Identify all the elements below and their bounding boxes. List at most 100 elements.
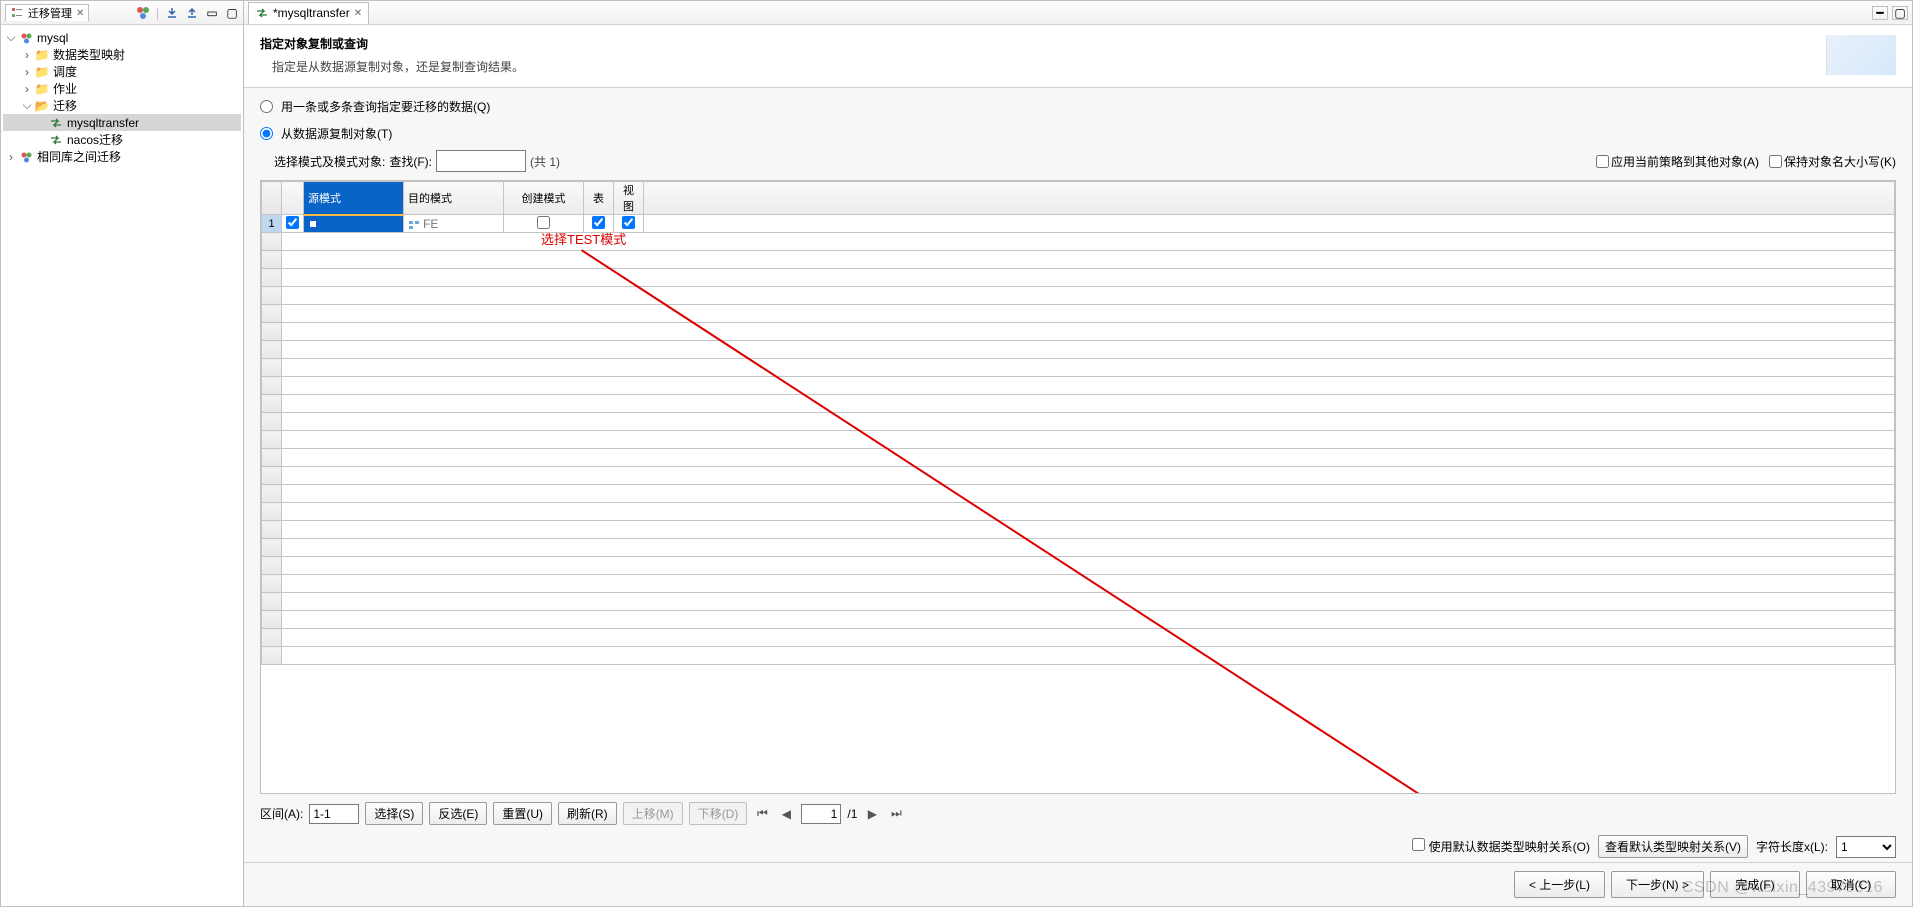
table-row <box>262 269 1895 287</box>
invert-button[interactable]: 反选(E) <box>429 802 487 825</box>
table-row <box>262 539 1895 557</box>
schema-filter-row: 选择模式及模式对象: 查找(F): (共 1) 应用当前策略到其他对象(A) 保… <box>274 150 1896 172</box>
minimize-icon[interactable]: ━ <box>1872 6 1888 20</box>
wizard-subtitle: 指定是从数据源复制对象，还是复制查询结果。 <box>260 58 1826 75</box>
radio-copy-input[interactable] <box>260 127 273 140</box>
keep-case-input[interactable] <box>1769 155 1782 168</box>
moveup-button[interactable]: 上移(M) <box>623 802 683 825</box>
range-input[interactable] <box>309 804 359 824</box>
expander-icon[interactable]: ⌵ <box>21 98 33 113</box>
row-check[interactable] <box>282 215 304 233</box>
finish-button[interactable]: 完成(F) <box>1710 871 1800 898</box>
tree-node-jobs[interactable]: › 📁 作业 <box>3 80 241 97</box>
col-table[interactable]: 表 <box>584 182 614 215</box>
keep-case-checkbox[interactable]: 保持对象名大小写(K) <box>1769 153 1896 170</box>
count-text: (共 1) <box>530 153 560 170</box>
col-source-schema[interactable]: 源模式 <box>304 182 404 215</box>
import-icon[interactable] <box>165 6 179 20</box>
radio-copy-objects[interactable]: 从数据源复制对象(T) <box>260 125 1896 142</box>
next-page-icon[interactable]: ▶ <box>863 805 881 823</box>
tree-node-schedule[interactable]: › 📁 调度 <box>3 63 241 80</box>
col-target-schema[interactable]: 目的模式 <box>404 182 504 215</box>
editor-tab[interactable]: *mysqltransfer ✕ <box>248 2 369 24</box>
apply-strategy-checkbox[interactable]: 应用当前策略到其他对象(A) <box>1596 153 1759 170</box>
folder-open-icon: 📂 <box>35 99 49 113</box>
create-check[interactable] <box>537 216 550 229</box>
row-number[interactable]: 1 <box>262 215 282 233</box>
refresh-button[interactable]: 刷新(R) <box>558 802 617 825</box>
radio-use-query[interactable]: 用一条或多条查询指定要迁移的数据(Q) <box>260 98 1896 115</box>
row-check-input[interactable] <box>286 216 299 229</box>
apply-strategy-input[interactable] <box>1596 155 1609 168</box>
db-colors-icon[interactable] <box>136 6 150 20</box>
table-row[interactable]: 1 FE <box>262 215 1895 233</box>
wizard: 指定对象复制或查询 指定是从数据源复制对象，还是复制查询结果。 用一条或多条查询… <box>244 25 1912 906</box>
expander-icon[interactable]: › <box>21 82 33 96</box>
cell-target[interactable]: FE <box>404 215 504 233</box>
movedown-button[interactable]: 下移(D) <box>689 802 748 825</box>
minimize-icon[interactable]: ▭ <box>205 6 219 20</box>
table-row <box>262 413 1895 431</box>
table-row <box>262 593 1895 611</box>
tree-label: mysql <box>35 31 70 45</box>
radio-query-input[interactable] <box>260 100 273 113</box>
char-length-select[interactable]: 1 <box>1836 836 1896 858</box>
reset-button[interactable]: 重置(U) <box>493 802 552 825</box>
prev-button[interactable]: < 上一步(L) <box>1514 871 1605 898</box>
wizard-footer: < 上一步(L) 下一步(N) > 完成(F) 取消(C) <box>244 862 1912 906</box>
next-button[interactable]: 下一步(N) > <box>1611 871 1704 898</box>
expander-icon[interactable]: › <box>5 150 17 164</box>
migration-panel: 迁移管理 ✕ | ▭ ▢ ⌵ mysql › 📁 数据类型映射 › 📁 <box>0 0 244 907</box>
prev-page-icon[interactable]: ◀ <box>777 805 795 823</box>
maximize-icon[interactable]: ▢ <box>1892 6 1908 20</box>
folder-icon: 📁 <box>35 48 49 62</box>
schema-grid[interactable]: 源模式 目的模式 创建模式 表 视图 1 <box>260 180 1896 794</box>
export-icon[interactable] <box>185 6 199 20</box>
editor-tab-label: *mysqltransfer <box>273 6 350 20</box>
last-page-icon[interactable]: ⏭ <box>887 805 905 823</box>
migrate-icon <box>49 116 63 130</box>
migrate-icon <box>49 133 63 147</box>
close-icon[interactable]: ✕ <box>76 8 84 19</box>
tree-node-migrate[interactable]: ⌵ 📂 迁移 <box>3 97 241 114</box>
col-create-schema[interactable]: 创建模式 <box>504 182 584 215</box>
tree-leaf-nacos[interactable]: nacos迁移 <box>3 131 241 148</box>
expander-icon[interactable]: › <box>21 48 33 62</box>
tree-node-mapping[interactable]: › 📁 数据类型映射 <box>3 46 241 63</box>
view-check[interactable] <box>622 216 635 229</box>
migrate-icon <box>255 6 269 20</box>
folder-icon: 📁 <box>35 82 49 96</box>
table-row <box>262 485 1895 503</box>
table-row <box>262 611 1895 629</box>
col-filler <box>644 182 1895 215</box>
table-row <box>262 323 1895 341</box>
col-rownum[interactable] <box>262 182 282 215</box>
cell-source[interactable] <box>304 215 404 233</box>
search-input[interactable] <box>436 150 526 172</box>
select-button[interactable]: 选择(S) <box>365 802 423 825</box>
wizard-header: 指定对象复制或查询 指定是从数据源复制对象，还是复制查询结果。 <box>244 25 1912 88</box>
expander-icon[interactable]: ⌵ <box>5 30 17 45</box>
tree-node-same[interactable]: › 相同库之间迁移 <box>3 148 241 165</box>
panel-header: 迁移管理 ✕ | ▭ ▢ <box>1 1 243 25</box>
col-check[interactable] <box>282 182 304 215</box>
separator: | <box>156 6 159 20</box>
tree-leaf-mysqltransfer[interactable]: mysqltransfer <box>3 114 241 131</box>
panel-tab[interactable]: 迁移管理 ✕ <box>5 4 89 21</box>
expander-icon[interactable]: › <box>21 65 33 79</box>
table-row <box>262 575 1895 593</box>
cancel-button[interactable]: 取消(C) <box>1806 871 1896 898</box>
table-row <box>262 341 1895 359</box>
migration-tree[interactable]: ⌵ mysql › 📁 数据类型映射 › 📁 调度 › 📁 作业 ⌵ 📂 迁移 <box>1 25 243 906</box>
maximize-icon[interactable]: ▢ <box>225 6 239 20</box>
annotation-text: 选择TEST模式 <box>541 229 626 248</box>
first-page-icon[interactable]: ⏮ <box>753 805 771 823</box>
tree-node-root[interactable]: ⌵ mysql <box>3 29 241 46</box>
page-current-input[interactable] <box>801 804 841 824</box>
use-default-mapping-input[interactable] <box>1412 838 1425 851</box>
col-view[interactable]: 视图 <box>614 182 644 215</box>
use-default-mapping-checkbox[interactable]: 使用默认数据类型映射关系(O) <box>1412 838 1590 855</box>
close-icon[interactable]: ✕ <box>354 8 362 19</box>
view-default-mapping-button[interactable]: 查看默认类型映射关系(V) <box>1598 835 1748 858</box>
table-check[interactable] <box>592 216 605 229</box>
